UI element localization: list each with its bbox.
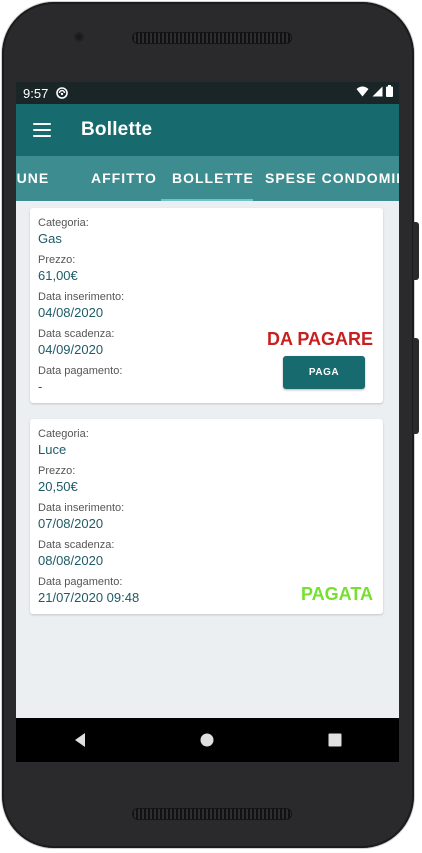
tab-spese-condominiali[interactable]: SPESE CONDOMINIALI [265,156,399,201]
status-badge-paid: PAGATA [301,584,373,604]
page-title: Bollette [81,119,153,140]
battery-icon [386,85,393,97]
payment-date-value: - [38,379,43,394]
menu-icon[interactable] [33,123,51,137]
category-label: Categoria: [38,217,89,229]
due-date-label: Data scadenza: [38,328,115,340]
insert-date-label: Data inserimento: [38,291,125,303]
due-date-value: 08/08/2020 [38,553,104,568]
pay-button[interactable]: PAGA [283,356,365,389]
bottom-speaker [132,808,292,820]
price-label: Prezzo: [38,254,76,266]
bill-payment-date: Data pagamento: 21/07/2020 09:48 [38,576,139,605]
tab-affitto[interactable]: AFFITTO [91,156,157,201]
payment-date-value: 21/07/2020 09:48 [38,590,140,605]
category-value: Luce [38,442,67,457]
notification-icon [56,87,69,99]
due-date-label: Data scadenza: [38,539,115,551]
screen: 9:57 Bollette COMUNE AFFITTO BOLLE [16,82,399,762]
bill-price: Prezzo: 61,00€ [38,254,78,283]
bills-list: Categoria: Gas Prezzo: 61,00€ Data inser… [16,201,399,762]
bill-price: Prezzo: 20,50€ [38,465,78,494]
bill-card: Categoria: Luce Prezzo: 20,50€ Data inse… [30,419,383,614]
payment-date-label: Data pagamento: [38,576,123,588]
insert-date-value: 04/08/2020 [38,305,104,320]
volume-button [413,222,419,280]
price-label: Prezzo: [38,465,76,477]
insert-date-value: 07/08/2020 [38,516,104,531]
tab-comune[interactable]: COMUNE [16,156,49,201]
price-value: 61,00€ [38,268,78,283]
bill-category: Categoria: Luce [38,428,89,457]
status-icons [356,85,393,97]
front-camera [74,32,84,42]
bill-due-date: Data scadenza: 04/09/2020 [38,328,114,357]
bill-insert-date: Data inserimento: 07/08/2020 [38,502,124,531]
recents-icon[interactable] [320,725,350,755]
due-date-value: 04/09/2020 [38,342,104,357]
back-icon[interactable] [65,725,95,755]
status-badge-unpaid: DA PAGARE [266,329,373,349]
bill-category: Categoria: Gas [38,217,89,246]
app-bar: Bollette [16,104,399,156]
top-speaker [132,32,292,44]
bill-card: Categoria: Gas Prezzo: 61,00€ Data inser… [30,208,383,403]
insert-date-label: Data inserimento: [38,502,125,514]
power-button [413,338,419,434]
payment-date-label: Data pagamento: [38,365,123,377]
signal-icon [372,86,383,96]
home-icon[interactable] [192,725,222,755]
status-bar: 9:57 [16,82,399,104]
navigation-bar [16,718,399,762]
status-time: 9:57 [23,85,49,101]
tab-bar: COMUNE AFFITTO BOLLETTE SPESE CONDOMINIA… [16,156,399,201]
bill-insert-date: Data inserimento: 04/08/2020 [38,291,124,320]
bill-due-date: Data scadenza: 08/08/2020 [38,539,114,568]
price-value: 20,50€ [38,479,78,494]
wifi-icon [356,86,369,96]
category-label: Categoria: [38,428,89,440]
bill-payment-date: Data pagamento: - [38,365,122,394]
tab-bollette[interactable]: BOLLETTE [172,156,254,201]
category-value: Gas [38,231,62,246]
